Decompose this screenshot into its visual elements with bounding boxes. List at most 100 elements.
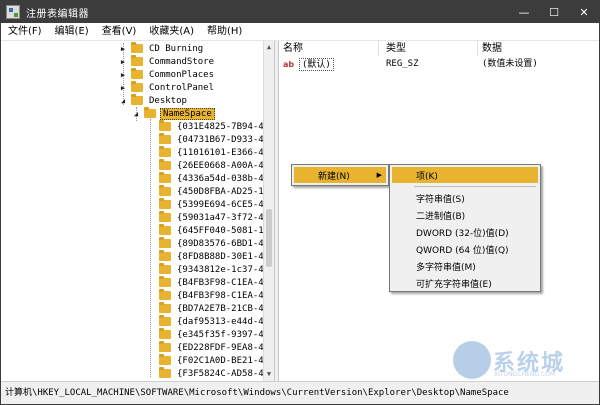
minimize-button[interactable]: —: [509, 1, 539, 23]
folder-open-icon: [131, 94, 143, 105]
menu-help[interactable]: 帮助(H): [200, 23, 248, 41]
tree-item-namespace[interactable]: ◢ NameSpace: [132, 107, 215, 120]
tree-item-guid[interactable]: {4336a54d-038b-468: [159, 172, 263, 185]
tree-item-commonplaces[interactable]: ▶ CommonPlaces: [119, 68, 216, 81]
submenu-item-key[interactable]: 项(K): [392, 167, 538, 183]
tree-item-guid[interactable]: {26EE0668-A00A-44D: [159, 159, 263, 172]
tree-item-label: {89D83576-6BD1-4c8: [177, 238, 263, 249]
close-button[interactable]: ✕: [569, 1, 599, 23]
column-header-data[interactable]: 数据: [478, 41, 596, 56]
expand-arrow-icon[interactable]: ▶: [119, 84, 127, 92]
tree-item-guid[interactable]: {ED228FDF-9EA8-487: [159, 341, 263, 354]
tree-item-guid[interactable]: {5399E694-6CE5-4D6: [159, 198, 263, 211]
submenu-item-dword-value[interactable]: DWORD (32-位)值(D): [392, 224, 538, 240]
collapse-arrow-icon[interactable]: ◢: [132, 110, 140, 118]
menu-item-new[interactable]: 新建(N) ▶: [294, 167, 386, 183]
tree-item-controlpanel[interactable]: ▶ ControlPanel: [119, 81, 216, 94]
tree-item-guid[interactable]: {645FF040-5081-101: [159, 224, 263, 237]
tree-item-label: {04731B67-D933-450: [177, 134, 263, 145]
tree-item-guid[interactable]: {9343812e-1c37-4a4: [159, 263, 263, 276]
tree-item-guid[interactable]: {B4FB3F98-C1EA-428: [159, 289, 263, 302]
key-tree-pane[interactable]: ▶ CD Burning ▶ CommandStore ▶ CommonPlac…: [1, 41, 263, 381]
status-bar-path: 计算机\HKEY_LOCAL_MACHINE\SOFTWARE\Microsof…: [1, 381, 599, 404]
tree-item-label: {031E4825-7B94-4dc: [177, 121, 263, 132]
tree-item-guid[interactable]: {BD7A2E7B-21CB-41b: [159, 302, 263, 315]
folder-open-icon: [144, 107, 156, 118]
submenu-arrow-icon: ▶: [376, 171, 382, 179]
tree-item-guid[interactable]: {F3F5824C-AD58-472: [159, 367, 263, 380]
folder-icon: [159, 263, 171, 274]
tree-item-label: {e345f35f-9397-435: [177, 329, 263, 340]
window-title: 注册表编辑器: [26, 8, 89, 20]
folder-icon: [159, 120, 171, 131]
submenu-item-expandable-string-value[interactable]: 可扩充字符串值(E): [392, 275, 538, 291]
scroll-thumb[interactable]: [266, 209, 272, 267]
expand-arrow-icon[interactable]: ▶: [119, 58, 127, 66]
tree-item-commandstore[interactable]: ▶ CommandStore: [119, 55, 216, 68]
tree-item-guid[interactable]: {B4FB3F98-C1EA-428: [159, 276, 263, 289]
expand-arrow-icon[interactable]: ▶: [119, 71, 127, 79]
maximize-button[interactable]: ☐: [539, 1, 569, 23]
menu-file[interactable]: 文件(F): [1, 23, 48, 41]
tree-item-desktop[interactable]: ◢ Desktop: [119, 94, 189, 107]
folder-icon: [159, 354, 171, 365]
tree-item-label: {daf95313-e44d-46a: [177, 316, 263, 327]
menu-favorites[interactable]: 收藏夹(A): [142, 23, 200, 41]
tree-item-label: CommandStore: [149, 56, 215, 67]
tree-item-label: {B4FB3F98-C1EA-428: [177, 290, 263, 301]
folder-icon: [159, 302, 171, 313]
tree-item-guid[interactable]: {89D83576-6BD1-4c8: [159, 237, 263, 250]
folder-icon: [159, 289, 171, 300]
folder-icon: [131, 68, 143, 79]
folder-icon: [159, 133, 171, 144]
tree-item-guid[interactable]: {04731B67-D933-450: [159, 133, 263, 146]
column-header-type[interactable]: 类型: [382, 41, 478, 56]
scroll-down-icon[interactable]: ▼: [264, 369, 274, 379]
tree-item-guid[interactable]: {e345f35f-9397-435: [159, 328, 263, 341]
submenu-item-qword-value[interactable]: QWORD (64 位)值(Q): [392, 241, 538, 257]
submenu-item-multi-string-value[interactable]: 多字符串值(M): [392, 258, 538, 274]
value-data: (数值未设置): [482, 59, 538, 69]
menu-bar: 文件(F) 编辑(E) 查看(V) 收藏夹(A) 帮助(H): [1, 23, 599, 41]
tree-item-label: {11016101-E366-4D2: [177, 147, 263, 158]
tree-item-label: {F02C1A0D-BE21-435: [177, 355, 263, 366]
tree-item-guid[interactable]: {11016101-E366-4D2: [159, 146, 263, 159]
value-name-default[interactable]: (默认): [299, 58, 334, 71]
tree-item-label: {F3F5824C-AD58-472: [177, 368, 263, 379]
tree-item-guid[interactable]: {F02C1A0D-BE21-435: [159, 354, 263, 367]
submenu-item-string-value[interactable]: 字符串值(S): [392, 190, 538, 206]
scroll-up-icon[interactable]: ▲: [264, 42, 274, 52]
folder-icon: [159, 276, 171, 287]
tree-item-label: {5399E694-6CE5-4D6: [177, 199, 263, 210]
tree-item-label: {59031a47-3f72-44a: [177, 212, 263, 223]
folder-icon: [159, 315, 171, 326]
menu-view[interactable]: 查看(V): [95, 23, 143, 41]
menu-separator: [414, 186, 536, 187]
tree-item-label: {450D8FBA-AD25-11D: [177, 186, 263, 197]
submenu-item-binary-value[interactable]: 二进制值(B): [392, 207, 538, 223]
tree-item-label: ControlPanel: [149, 82, 215, 93]
column-header-name[interactable]: 名称: [279, 41, 379, 56]
tree-item-label: CommonPlaces: [149, 69, 215, 80]
tree-item-guid[interactable]: {8FD8B88D-30E1-4F2: [159, 250, 263, 263]
tree-vertical-scrollbar[interactable]: ▲ ▼: [263, 41, 274, 381]
tree-item-guid[interactable]: {450D8FBA-AD25-11D: [159, 185, 263, 198]
title-bar[interactable]: 注册表编辑器 — ☐ ✕: [1, 1, 599, 23]
window-controls: — ☐ ✕: [509, 1, 599, 23]
menu-edit[interactable]: 编辑(E): [48, 23, 95, 41]
collapse-arrow-icon[interactable]: ◢: [119, 97, 127, 105]
value-type: REG_SZ: [386, 59, 419, 69]
watermark-subtext: XITONGCHENG.COM: [494, 371, 556, 378]
folder-icon: [159, 159, 171, 170]
tree-item-label: {B4FB3F98-C1EA-428: [177, 277, 263, 288]
new-submenu: 项(K) 字符串值(S) 二进制值(B) DWORD (32-位)值(D) QW…: [389, 164, 541, 292]
registry-editor-window: 注册表编辑器 — ☐ ✕ 文件(F) 编辑(E) 查看(V) 收藏夹(A) 帮助…: [0, 0, 600, 405]
tree-item-cd-burning[interactable]: ▶ CD Burning: [119, 42, 205, 55]
tree-item-label: Desktop: [149, 95, 187, 106]
tree-item-guid[interactable]: {031E4825-7B94-4dc: [159, 120, 263, 133]
tree-item-guid[interactable]: {daf95313-e44d-46a: [159, 315, 263, 328]
expand-arrow-icon[interactable]: ▶: [119, 45, 127, 53]
folder-icon: [159, 198, 171, 209]
tree-item-label: {ED228FDF-9EA8-487: [177, 342, 263, 353]
tree-item-guid[interactable]: {59031a47-3f72-44a: [159, 211, 263, 224]
